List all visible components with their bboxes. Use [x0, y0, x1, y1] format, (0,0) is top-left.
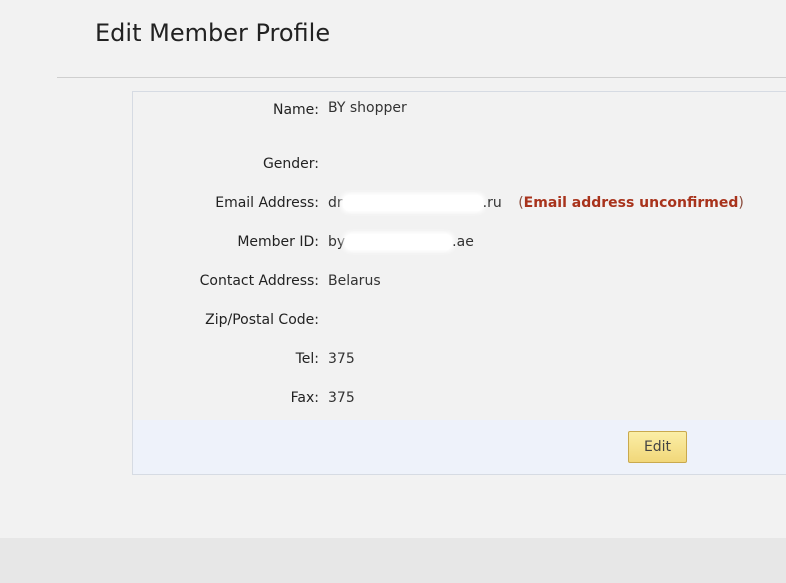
member-id-label: Member ID: — [237, 234, 319, 250]
field-row-member-id: Member ID: by .ae — [133, 234, 786, 256]
tel-value: 375 — [328, 351, 355, 367]
contact-address-value: Belarus — [328, 273, 381, 289]
fax-value: 375 — [328, 390, 355, 406]
page-title: Edit Member Profile — [95, 19, 331, 47]
field-row-tel: Tel: 375 — [133, 351, 786, 373]
zip-label: Zip/Postal Code: — [205, 312, 319, 328]
email-status: (Email address unconfirmed) — [518, 195, 744, 211]
redaction-mask — [345, 234, 453, 250]
footer-band — [0, 538, 786, 583]
name-label: Name: — [272, 102, 319, 118]
gender-label: Gender: — [262, 156, 319, 172]
member-id-suffix: .ae — [452, 234, 474, 250]
action-bar: Edit — [133, 420, 786, 474]
email-unconfirmed-text: Email address unconfirmed — [523, 195, 739, 211]
name-value: BY shopper — [328, 100, 407, 116]
field-row-zip: Zip/Postal Code: — [133, 312, 786, 334]
email-value-prefix: dr — [328, 195, 343, 211]
edit-button[interactable]: Edit — [628, 431, 687, 463]
email-value: dr .ru (Email address unconfirmed) — [328, 195, 744, 211]
email-status-close: ) — [738, 195, 744, 211]
tel-label: Tel: — [295, 351, 319, 367]
redaction-mask — [342, 195, 483, 211]
field-row-fax: Fax: 375 — [133, 390, 786, 412]
member-id-prefix: by — [328, 234, 346, 250]
profile-panel: Name: BY shopper Gender: Email Address: … — [132, 91, 786, 475]
fax-label: Fax: — [290, 390, 319, 406]
title-divider — [57, 77, 786, 78]
contact-address-label: Contact Address: — [199, 273, 319, 289]
member-id-value: by .ae — [328, 234, 474, 250]
field-row-contact-address: Contact Address: Belarus — [133, 273, 786, 295]
email-value-suffix: .ru — [482, 195, 502, 211]
field-row-name: Name: BY shopper — [133, 100, 786, 124]
email-label: Email Address: — [215, 195, 319, 211]
field-row-email: Email Address: dr .ru (Email address unco… — [133, 195, 786, 217]
field-row-gender: Gender: — [133, 156, 786, 178]
